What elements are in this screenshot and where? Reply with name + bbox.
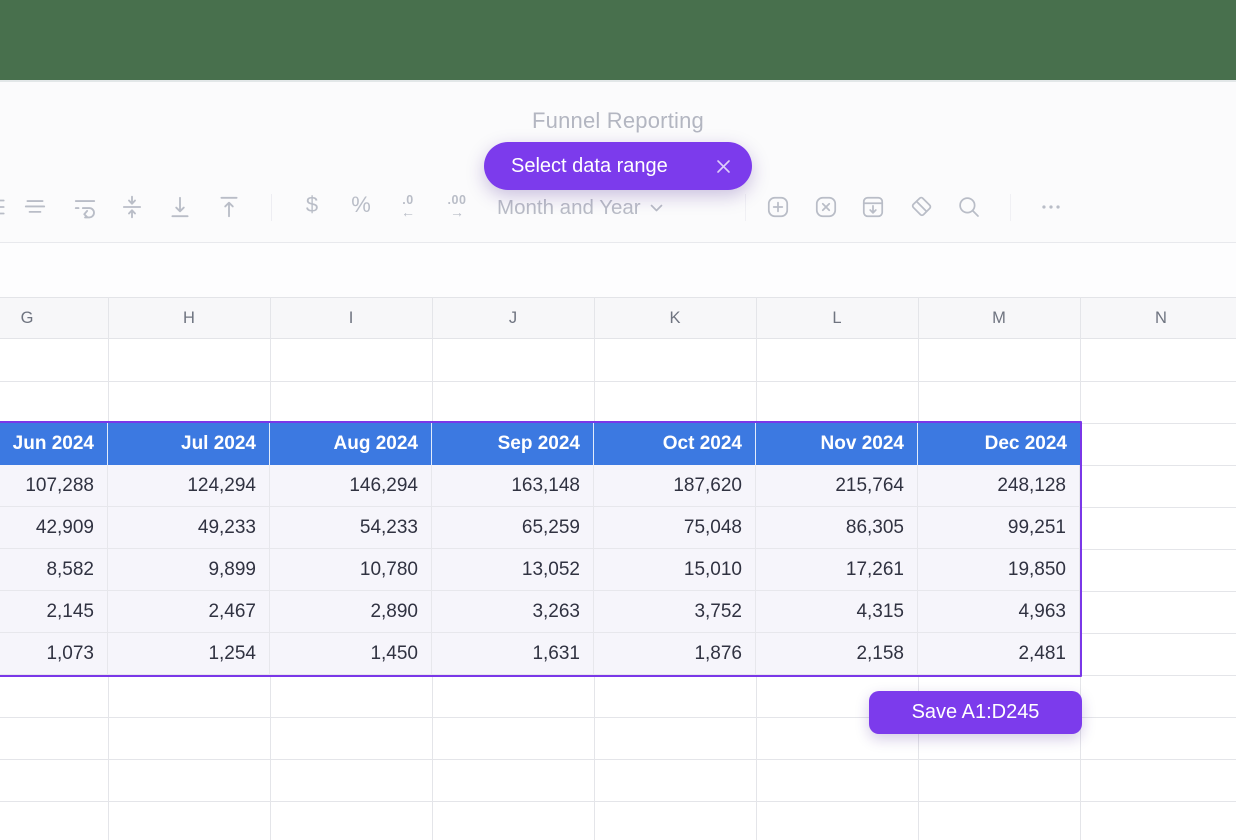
data-cell[interactable]: 4,315: [756, 591, 918, 633]
app-top-bar: [0, 0, 1236, 80]
number-format-dropdown[interactable]: Month and Year: [497, 194, 663, 222]
data-cell[interactable]: 99,251: [918, 507, 1080, 549]
data-cell[interactable]: 3,752: [594, 591, 756, 633]
insert-row-below-icon[interactable]: [860, 194, 886, 220]
data-cell[interactable]: 124,294: [108, 465, 270, 507]
month-header-cell[interactable]: Aug 2024: [270, 423, 432, 465]
data-cell[interactable]: 107,288: [0, 465, 108, 507]
data-cell[interactable]: 42,909: [0, 507, 108, 549]
month-header-cell[interactable]: Dec 2024: [918, 423, 1080, 465]
document-title[interactable]: Funnel Reporting: [0, 108, 1236, 134]
month-header-cell[interactable]: Sep 2024: [432, 423, 594, 465]
close-icon[interactable]: [712, 155, 734, 177]
data-cell[interactable]: 3,263: [432, 591, 594, 633]
data-cell[interactable]: 8,582: [0, 549, 108, 591]
align-top-icon[interactable]: [216, 194, 242, 220]
percent-icon[interactable]: %: [346, 192, 376, 218]
data-cell[interactable]: 1,450: [270, 633, 432, 675]
month-header-cell[interactable]: Oct 2024: [594, 423, 756, 465]
toolbar-divider: [1010, 194, 1011, 221]
sheet-grid[interactable]: GHIJKLMN Jun 2024Jul 2024Aug 2024Sep 2024…: [0, 297, 1236, 840]
toolbar-divider: [271, 194, 272, 221]
insert-cell-icon[interactable]: [765, 194, 791, 220]
data-cell[interactable]: 1,631: [432, 633, 594, 675]
decrease-decimal-icon[interactable]: .0 ←: [393, 194, 423, 219]
align-lines-icon[interactable]: [22, 194, 48, 220]
tooltip-label: Select data range: [511, 155, 712, 178]
data-cell[interactable]: 19,850: [918, 549, 1080, 591]
toolbar-divider: [745, 194, 746, 221]
data-cell[interactable]: 54,233: [270, 507, 432, 549]
data-cell[interactable]: 15,010: [594, 549, 756, 591]
select-range-tooltip: Select data range: [484, 142, 752, 190]
data-cell[interactable]: 2,467: [108, 591, 270, 633]
data-cell[interactable]: 2,890: [270, 591, 432, 633]
gridline: [0, 759, 1236, 760]
save-range-button[interactable]: Save A1:D245: [869, 691, 1082, 734]
data-cell[interactable]: 75,048: [594, 507, 756, 549]
column-header-H[interactable]: H: [108, 297, 270, 339]
eraser-icon[interactable]: [908, 194, 934, 220]
number-format-value: Month and Year: [497, 196, 641, 220]
month-header-cell[interactable]: Jul 2024: [108, 423, 270, 465]
toolbar-chrome: Funnel Reporting Select data range $ %: [0, 82, 1236, 243]
column-header-I[interactable]: I: [270, 297, 432, 339]
gridline: [0, 801, 1236, 802]
search-icon[interactable]: [956, 194, 982, 220]
data-cell[interactable]: 86,305: [756, 507, 918, 549]
more-options-icon[interactable]: [1038, 194, 1064, 220]
data-cell[interactable]: 1,876: [594, 633, 756, 675]
data-cell[interactable]: 10,780: [270, 549, 432, 591]
data-cell[interactable]: 17,261: [756, 549, 918, 591]
data-cell[interactable]: 2,145: [0, 591, 108, 633]
vertical-align-center-icon[interactable]: [119, 194, 145, 220]
column-header-G[interactable]: G: [0, 297, 108, 339]
data-cell[interactable]: 2,481: [918, 633, 1080, 675]
column-header-N[interactable]: N: [1080, 297, 1236, 339]
month-header-cell[interactable]: Nov 2024: [756, 423, 918, 465]
data-cell[interactable]: 49,233: [108, 507, 270, 549]
delete-cell-icon[interactable]: [813, 194, 839, 220]
column-header-J[interactable]: J: [432, 297, 594, 339]
data-cell[interactable]: 9,899: [108, 549, 270, 591]
align-bottom-icon[interactable]: [167, 194, 193, 220]
gridline: [0, 675, 1236, 676]
data-cell[interactable]: 65,259: [432, 507, 594, 549]
data-cell[interactable]: 248,128: [918, 465, 1080, 507]
column-header-K[interactable]: K: [594, 297, 756, 339]
data-cell[interactable]: 1,073: [0, 633, 108, 675]
data-cell[interactable]: 187,620: [594, 465, 756, 507]
column-header-L[interactable]: L: [756, 297, 918, 339]
data-cell[interactable]: 146,294: [270, 465, 432, 507]
spreadsheet-app: Funnel Reporting Select data range $ %: [0, 0, 1236, 840]
data-cell[interactable]: 4,963: [918, 591, 1080, 633]
data-cell[interactable]: 215,764: [756, 465, 918, 507]
wrap-text-icon[interactable]: [72, 194, 98, 220]
chevron-down-icon: [650, 204, 663, 212]
month-header-cell[interactable]: Jun 2024: [0, 423, 108, 465]
data-cell[interactable]: 13,052: [432, 549, 594, 591]
increase-decimal-icon[interactable]: .00 →: [442, 194, 472, 219]
gridline: [0, 381, 1236, 382]
currency-icon[interactable]: $: [297, 192, 327, 218]
clipped-align-icon[interactable]: [0, 194, 8, 220]
data-cell[interactable]: 1,254: [108, 633, 270, 675]
data-cell[interactable]: 163,148: [432, 465, 594, 507]
column-header-M[interactable]: M: [918, 297, 1080, 339]
data-cell[interactable]: 2,158: [756, 633, 918, 675]
formula-strip: [0, 243, 1236, 297]
